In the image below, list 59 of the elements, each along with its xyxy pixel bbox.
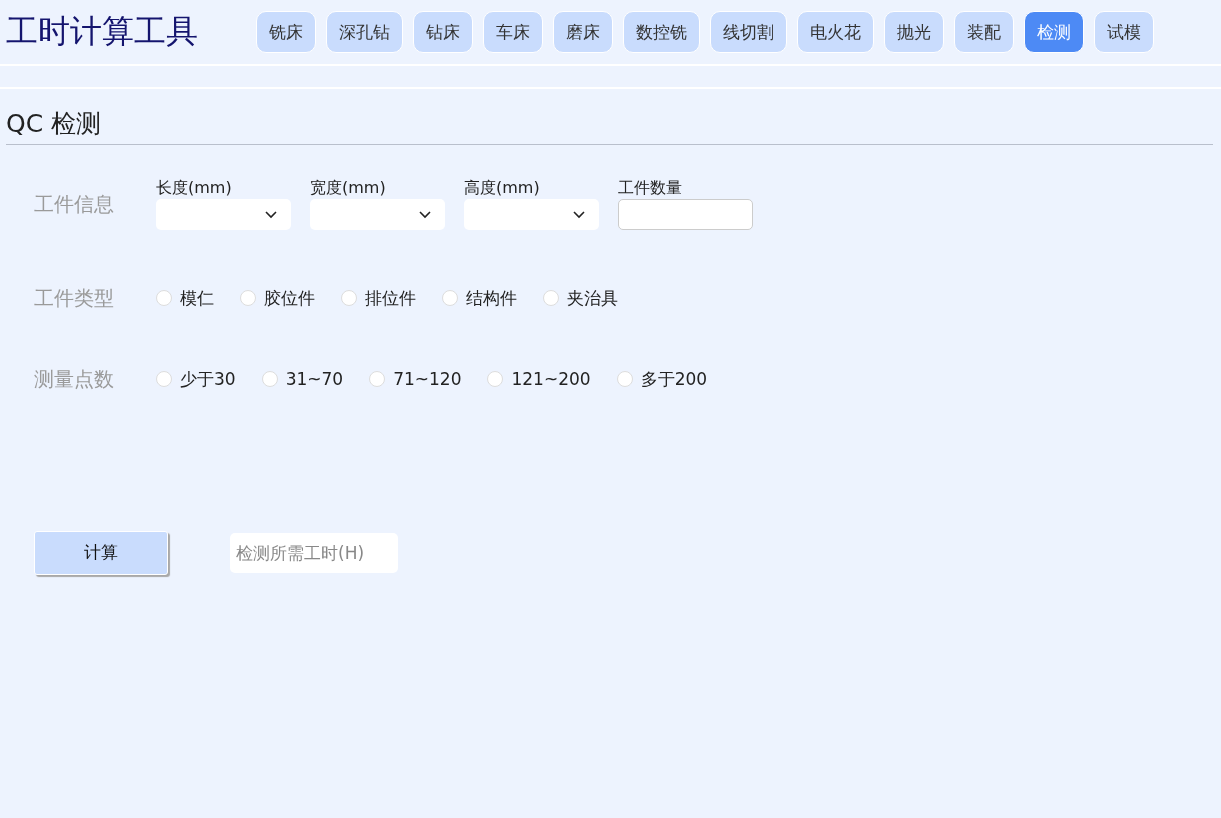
radio-option[interactable]: 结构件 <box>442 286 517 310</box>
dropdown-field[interactable] <box>310 199 445 230</box>
radio-label: 少于30 <box>180 367 236 391</box>
radio-option[interactable]: 31~70 <box>261 369 344 389</box>
field-label: 宽度(mm) <box>310 178 387 199</box>
tab[interactable]: 车床 <box>483 11 543 53</box>
tab[interactable]: 抛光 <box>884 11 944 53</box>
calculate-button[interactable]: 计算 <box>34 530 168 575</box>
tab[interactable]: 深孔钻 <box>326 11 403 53</box>
row-label: 工件信息 <box>34 190 115 218</box>
radio-option[interactable]: 胶位件 <box>240 286 315 310</box>
radio-icon[interactable] <box>261 371 278 387</box>
radio-label: 多于200 <box>640 367 708 391</box>
row-label: 工件类型 <box>34 284 115 312</box>
radio-option[interactable]: 71~120 <box>369 369 462 389</box>
radio-label: 结构件 <box>466 286 517 310</box>
radio-option[interactable]: 121~200 <box>487 369 591 389</box>
tab[interactable]: 电火花 <box>797 11 874 53</box>
radio-icon[interactable] <box>616 371 633 387</box>
section-title: QC 检测 <box>6 89 1213 145</box>
row-label: 测量点数 <box>34 365 115 393</box>
radio-label: 夹治具 <box>567 286 618 310</box>
field-label: 高度(mm) <box>464 178 541 199</box>
tab[interactable]: 铣床 <box>256 11 316 53</box>
chevron-down-icon <box>419 210 431 219</box>
tab[interactable]: 线切割 <box>710 11 787 53</box>
chevron-down-icon <box>573 210 585 219</box>
radio-option[interactable]: 少于30 <box>156 367 236 391</box>
radio-icon[interactable] <box>240 290 256 306</box>
tab[interactable]: 磨床 <box>553 11 613 53</box>
radio-label: 71~120 <box>393 369 462 389</box>
tab[interactable]: 数控铣 <box>623 11 700 53</box>
field-label: 长度(mm) <box>156 178 233 199</box>
radio-label: 模仁 <box>180 286 214 310</box>
radio-option[interactable]: 模仁 <box>156 286 214 310</box>
tab[interactable]: 钻床 <box>413 11 473 53</box>
tab[interactable]: 试模 <box>1094 11 1154 53</box>
radio-icon[interactable] <box>156 371 172 387</box>
result-field[interactable]: 检测所需工时(H) <box>230 532 398 573</box>
dropdown-field[interactable] <box>464 199 599 230</box>
radio-icon[interactable] <box>442 290 458 306</box>
radio-icon[interactable] <box>341 290 357 306</box>
radio-option[interactable]: 多于200 <box>616 367 708 391</box>
radio-label: 胶位件 <box>264 286 315 310</box>
radio-label: 排位件 <box>365 286 416 310</box>
tab[interactable]: 装配 <box>954 11 1014 53</box>
field-label: 工件数量 <box>618 178 683 199</box>
radio-icon[interactable] <box>156 290 172 306</box>
radio-label: 31~70 <box>285 369 344 389</box>
radio-icon[interactable] <box>369 371 386 387</box>
radio-icon[interactable] <box>487 371 504 387</box>
input-field[interactable] <box>618 199 753 230</box>
app-title: 工时计算工具 <box>6 11 199 52</box>
dropdown-field[interactable] <box>156 199 291 230</box>
chevron-down-icon <box>265 210 277 219</box>
radio-option[interactable]: 排位件 <box>341 286 416 310</box>
radio-option[interactable]: 夹治具 <box>543 286 618 310</box>
radio-label: 121~200 <box>511 369 591 389</box>
radio-icon[interactable] <box>543 290 559 306</box>
